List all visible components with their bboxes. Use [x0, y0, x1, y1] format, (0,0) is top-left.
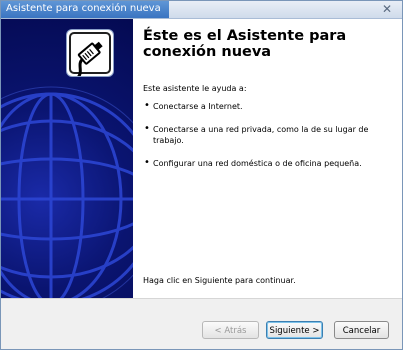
window-title: Asistente para conexión nueva: [6, 3, 161, 14]
wizard-window: Asistente para conexión nueva ✕ Éste es …: [0, 0, 403, 350]
bullet-icon: •: [144, 100, 150, 111]
back-button[interactable]: < Atrás: [202, 321, 259, 339]
list-item-label: Configurar una red doméstica o de oficin…: [153, 159, 362, 168]
globe-icon: [1, 86, 133, 298]
button-bar: < Atrás Siguiente > Cancelar: [1, 298, 402, 349]
list-item: • Conectarse a una red privada, como la …: [143, 123, 393, 146]
wizard-side-panel: [1, 19, 133, 298]
title-bar[interactable]: Asistente para conexión nueva ✕: [1, 1, 402, 19]
list-item-label: Conectarse a Internet.: [153, 102, 243, 111]
cancel-button[interactable]: Cancelar: [334, 321, 389, 339]
page-title: Éste es el Asistente para conexión nueva: [143, 28, 347, 60]
list-item-label: Conectarse a una red privada, como la de…: [153, 125, 369, 145]
wizard-content: Éste es el Asistente para conexión nueva…: [141, 19, 396, 298]
bullet-icon: •: [144, 123, 150, 134]
bullet-icon: •: [144, 157, 150, 168]
next-button[interactable]: Siguiente >: [266, 321, 323, 339]
continue-hint: Haga clic en Siguiente para continuar.: [143, 276, 296, 285]
network-cable-icon: [67, 30, 113, 79]
close-icon[interactable]: ✕: [380, 2, 394, 16]
intro-text: Este asistente le ayuda a:: [143, 84, 247, 93]
feature-list: • Conectarse a Internet. • Conectarse a …: [143, 100, 393, 181]
list-item: • Conectarse a Internet.: [143, 100, 393, 112]
list-item: • Configurar una red doméstica o de ofic…: [143, 157, 393, 169]
